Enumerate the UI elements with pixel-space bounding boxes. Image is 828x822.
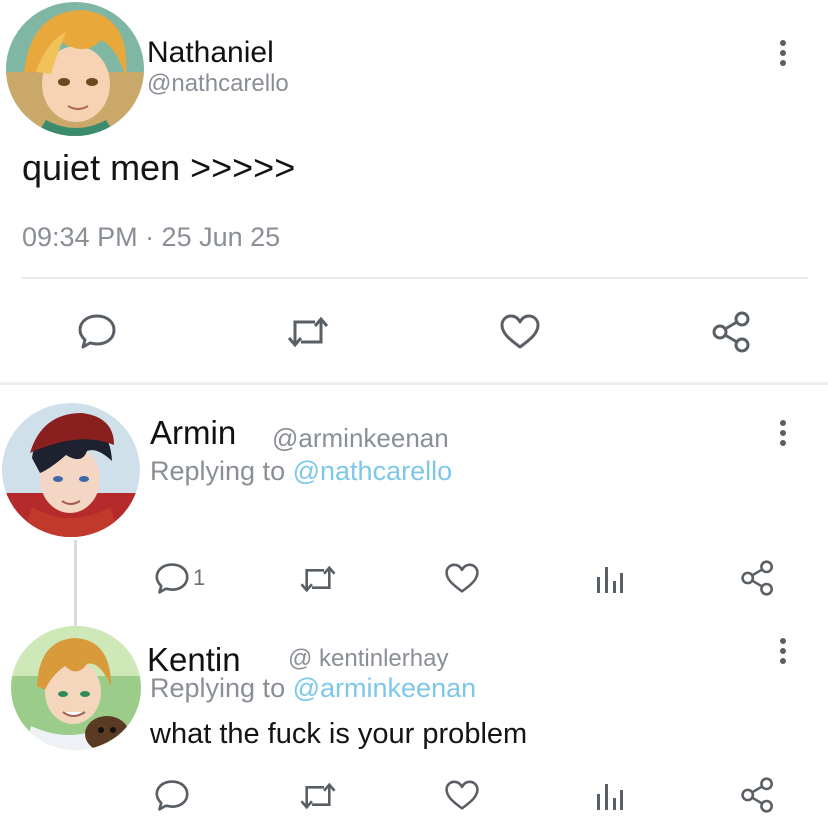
author-name[interactable]: Nathaniel — [147, 38, 274, 68]
share-icon[interactable] — [740, 560, 776, 596]
more-options-icon[interactable] — [779, 40, 787, 70]
comment-icon[interactable] — [154, 778, 190, 812]
share-icon[interactable] — [711, 311, 753, 353]
divider — [22, 277, 808, 279]
comment-icon[interactable] — [77, 312, 117, 350]
replying-to-handle[interactable]: @nathcarello — [293, 456, 453, 486]
comment-icon[interactable] — [154, 561, 190, 595]
reply-author-handle[interactable]: @arminkeenan — [272, 425, 449, 451]
replying-to-line: Replying to @nathcarello — [150, 458, 452, 485]
analytics-icon[interactable] — [595, 780, 625, 812]
thread-connector — [74, 540, 77, 630]
retweet-icon[interactable] — [298, 780, 338, 812]
replying-to-label: Replying to — [150, 673, 286, 703]
retweet-icon[interactable] — [298, 563, 338, 595]
more-options-icon[interactable] — [779, 638, 787, 668]
author-handle[interactable]: @nathcarello — [147, 72, 289, 96]
divider — [0, 382, 828, 385]
avatar-image — [11, 626, 141, 750]
post-timestamp: 09:34 PM · 25 Jun 25 — [22, 222, 281, 252]
avatar[interactable] — [11, 626, 141, 750]
more-options-icon[interactable] — [779, 420, 787, 450]
reply-author-handle[interactable]: @ kentinlerhay — [288, 647, 448, 671]
replying-to-handle[interactable]: @arminkeenan — [293, 673, 477, 703]
replying-to-line: Replying to @arminkeenan — [150, 675, 476, 702]
heart-icon[interactable] — [444, 562, 480, 595]
share-icon[interactable] — [740, 777, 776, 813]
heart-icon[interactable] — [499, 313, 541, 351]
avatar-image — [6, 2, 144, 136]
heart-icon[interactable] — [444, 779, 480, 812]
post-text: quiet men >>>>> — [22, 147, 296, 188]
replying-to-label: Replying to — [150, 456, 286, 486]
avatar-image — [2, 403, 140, 537]
avatar[interactable] — [6, 2, 144, 136]
analytics-icon[interactable] — [595, 563, 625, 595]
reply-author-name[interactable]: Kentin — [147, 643, 241, 676]
retweet-icon[interactable] — [285, 314, 331, 350]
avatar[interactable] — [2, 403, 140, 537]
reply-count: 1 — [193, 565, 206, 590]
reply-author-name[interactable]: Armin — [150, 416, 236, 449]
reply-text: what the fuck is your problem — [150, 718, 528, 750]
